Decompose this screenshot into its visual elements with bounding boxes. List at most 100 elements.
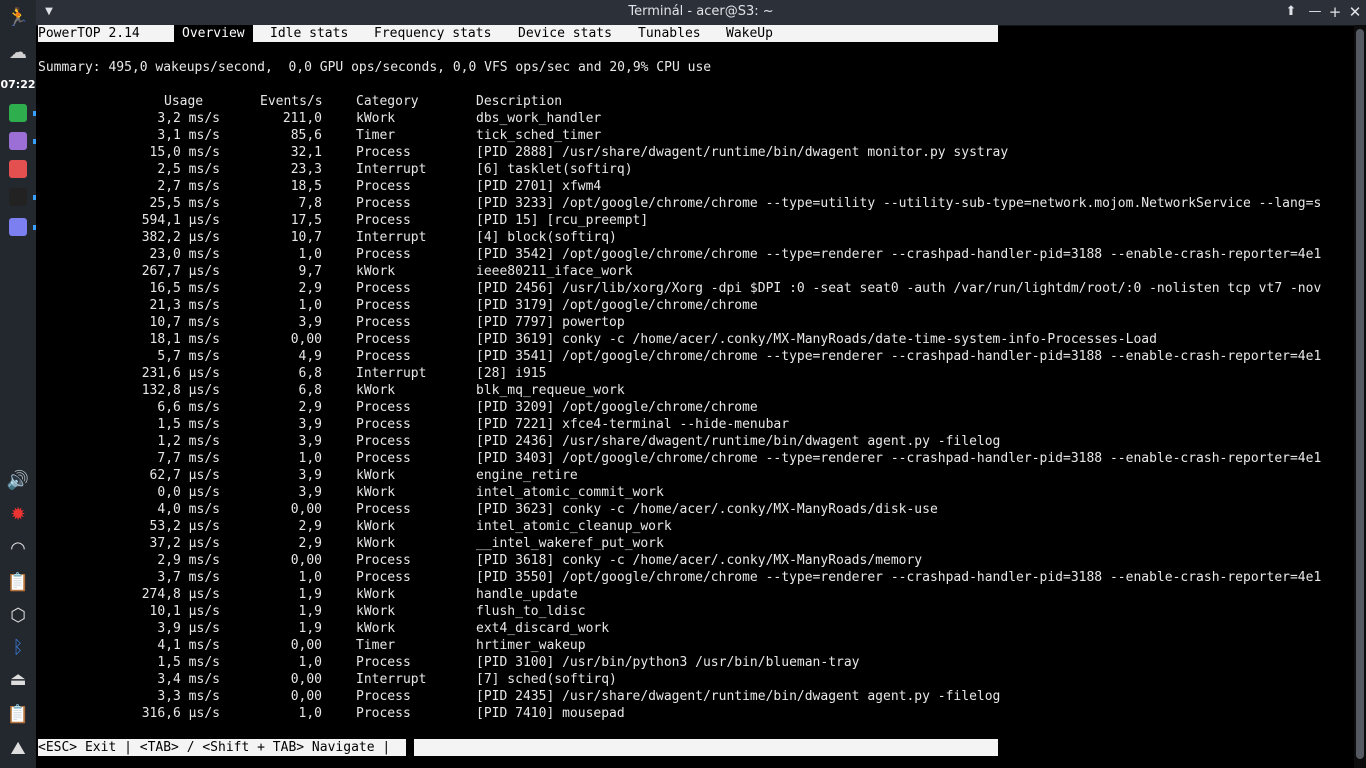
run-icon[interactable]: 🏃 [5,5,31,29]
tab-tunables[interactable]: Tunables [638,25,701,42]
footer-status-field [414,739,998,756]
header-usage: Usage [164,94,204,109]
cell-events: 1,0 [298,298,322,313]
cell-events: 1,9 [298,621,322,636]
cell-events: 4,9 [298,349,322,364]
cell-description: [7] sched(softirq) [476,672,617,687]
bug-icon-glyph: ✹ [10,503,26,525]
volume-icon-glyph: 🔊 [6,469,30,491]
bluetooth-icon-glyph: ᛒ [12,636,24,658]
bug-icon[interactable]: ✹ [5,502,31,526]
cell-category: kWork [356,383,396,398]
cell-events: 0,00 [290,638,322,653]
wifi-icon-glyph: ◠ [10,537,26,559]
cell-events: 3,9 [298,434,322,449]
cell-description: intel_atomic_commit_work [476,485,664,500]
minimize-button[interactable]: — [1306,3,1324,21]
cell-events: 32,1 [290,145,322,160]
cell-description: [PID 3550] /opt/google/chrome/chrome --t… [476,570,1322,585]
cell-description: [6] tasklet(softirq) [476,162,633,177]
terminal-icon-shape [9,188,27,206]
cell-category: Process [356,502,411,517]
cell-description: [PID 3403] /opt/google/chrome/chrome --t… [476,451,1322,466]
terminal-window: ▼ Terminál - acer@S3: ~ ⬆ — + ✕ PowerTOP… [36,0,1366,768]
cell-category: Process [356,570,411,585]
cell-category: Process [356,553,411,568]
close-button[interactable]: ✕ [1346,3,1364,21]
cell-events: 0,00 [290,689,322,704]
mx-logo-icon[interactable]: ⛰ [5,736,31,760]
eject-icon-glyph: ⏏ [9,668,27,690]
cell-description: engine_retire [476,468,578,483]
clipboard-manager-icon[interactable]: 📋 [5,702,31,726]
cell-events: 1,0 [298,655,322,670]
cell-category: Process [356,213,411,228]
cell-category: Process [356,655,411,670]
tab-device-stats[interactable]: Device stats [518,25,612,42]
clipboard-icon-glyph: 📋 [6,571,30,593]
cell-description: [PID 3541] /opt/google/chrome/chrome --t… [476,349,1322,364]
cell-category: Process [356,298,411,313]
cell-events: 85,6 [290,128,322,143]
cell-events: 18,5 [290,179,322,194]
app-icon[interactable] [5,157,31,181]
cell-category: kWork [356,519,396,534]
tab-idle-stats[interactable]: Idle stats [270,25,348,42]
cell-category: Process [356,400,411,415]
tab-overview[interactable]: Overview [174,25,253,42]
cell-description: [PID 3542] /opt/google/chrome/chrome --t… [476,247,1322,262]
header-events: Events/s [260,94,323,109]
cell-description: [PID 3209] /opt/google/chrome/chrome [476,400,758,415]
chrome-icon[interactable] [5,101,36,125]
package-icon[interactable]: ⬡ [5,603,31,627]
window-titlebar[interactable]: ▼ Terminál - acer@S3: ~ ⬆ — + ✕ [36,0,1366,26]
powertop-screen[interactable]: PowerTOP 2.14 Overview Idle stats Freque… [36,25,1354,768]
cell-description: [28] i915 [476,366,547,381]
cell-description: [PID 2701] xfwm4 [476,179,602,194]
bluetooth-icon[interactable]: ᛒ [5,635,31,659]
tab-wakeup[interactable]: WakeUp [726,25,773,42]
cell-description: [4] block(softirq) [476,230,617,245]
files-icon-shape [9,132,27,150]
cell-category: kWork [356,536,396,551]
files-icon[interactable] [5,129,36,153]
cell-events: 211,0 [282,111,322,126]
cell-description: [PID 2888] /usr/share/dwagent/runtime/bi… [476,145,1009,160]
clipboard-icon[interactable]: 📋 [5,570,31,594]
cell-description: [PID 2456] /usr/lib/xorg/Xorg -dpi $DPI … [476,281,1322,296]
terminal-icon[interactable] [5,185,36,209]
weather-icon[interactable]: ☁ [5,40,31,64]
tab-frequency-stats[interactable]: Frequency stats [374,25,491,42]
eject-icon[interactable]: ⏏ [5,667,31,691]
cell-category: Process [356,145,411,160]
cell-category: Process [356,196,411,211]
maximize-button[interactable]: + [1326,3,1344,21]
header-category: Category [356,94,419,109]
terminal-scrollbar[interactable] [1354,25,1366,768]
cell-description: ext4_discard_work [476,621,610,636]
cell-description: handle_update [476,587,578,602]
cell-category: kWork [356,264,396,279]
cell-category: Timer [356,128,396,143]
weather-icon-glyph: ☁ [9,41,27,63]
cell-description: hrtimer_wakeup [476,638,586,653]
cell-description: [PID 2435] /usr/share/dwagent/runtime/bi… [476,689,1001,704]
notes-icon[interactable] [5,215,36,239]
cell-description: [PID 7221] xfce4-terminal --hide-menubar [476,417,790,432]
cell-events: 1,0 [298,247,322,262]
powertop-app-label: PowerTOP 2.14 [38,26,140,41]
cell-category: Interrupt [356,366,427,381]
panel-clock[interactable]: 07:22 [0,78,36,91]
volume-icon[interactable]: 🔊 [5,468,31,492]
cell-events: 1,9 [298,604,322,619]
keep-above-button[interactable]: ⬆ [1282,3,1300,21]
cell-description: dbs_work_handler [476,111,602,126]
wifi-icon[interactable]: ◠ [5,536,31,560]
powertop-tab-bar: PowerTOP 2.14 Overview Idle stats Freque… [38,25,998,42]
scrollbar-thumb[interactable] [1356,29,1364,759]
cell-description: [PID 3233] /opt/google/chrome/chrome --t… [476,196,1322,211]
cell-category: Process [356,247,411,262]
cell-description: [PID 3618] conky -c /home/acer/.conky/MX… [476,553,923,568]
mx-logo-icon-glyph: ⛰ [10,737,26,759]
cell-events: 10,7 [290,230,322,245]
